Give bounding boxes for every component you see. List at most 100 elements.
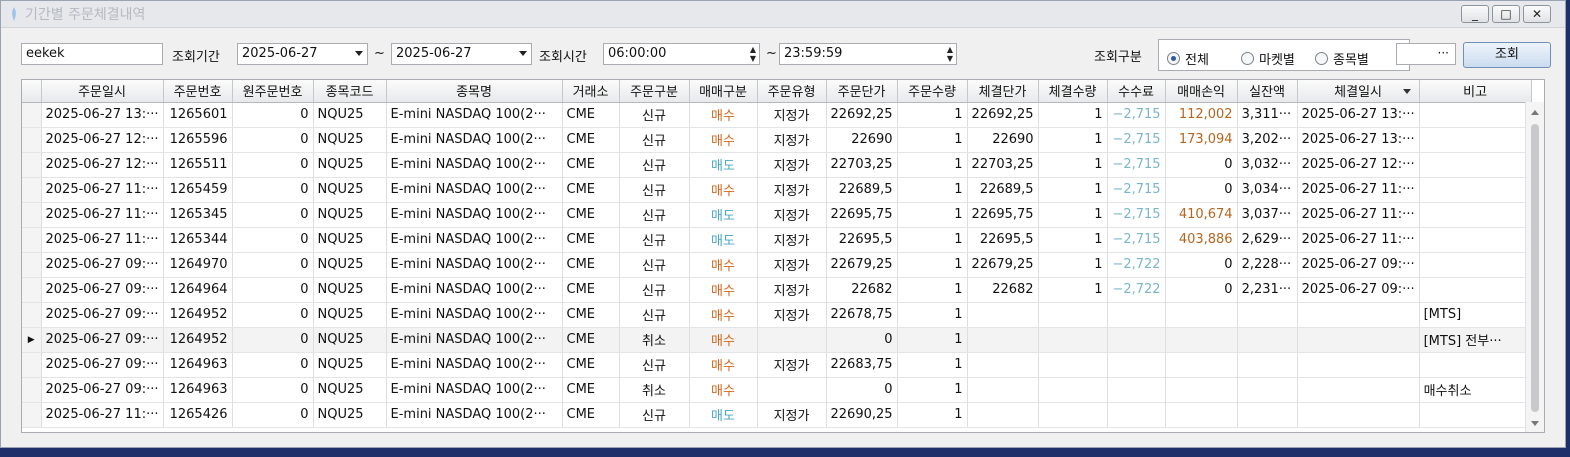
row-indicator[interactable]: [22, 377, 42, 403]
cell-order-qty[interactable]: 1: [897, 327, 968, 353]
cell-order-qty[interactable]: 1: [897, 277, 968, 303]
cell-name[interactable]: E-mini NASDAQ 100(2···: [386, 152, 563, 178]
spin-updown-icon[interactable]: ▲ ▼: [947, 45, 953, 63]
cell-code[interactable]: NQU25: [313, 377, 387, 403]
cell-fill-price[interactable]: 22690: [967, 127, 1039, 153]
cell-note[interactable]: [MTS]: [1419, 302, 1532, 328]
cell-exch[interactable]: CME: [562, 277, 620, 303]
cell-order-qty[interactable]: 1: [897, 127, 968, 153]
cell-order-time[interactable]: 2025-06-27 11:···: [41, 402, 164, 428]
cell-order-type[interactable]: 신규: [619, 302, 690, 328]
column-header[interactable]: 주문단가: [826, 80, 898, 103]
cell-code[interactable]: NQU25: [313, 177, 387, 203]
cell-balance[interactable]: 3,034···: [1237, 177, 1298, 203]
cell-pnl[interactable]: [1165, 302, 1238, 328]
cell-orig-no[interactable]: 0: [232, 177, 314, 203]
cell-price-type[interactable]: 지정가: [757, 177, 827, 203]
row-indicator[interactable]: [22, 102, 42, 128]
cell-note[interactable]: [1419, 177, 1532, 203]
row-indicator[interactable]: [22, 127, 42, 153]
cell-order-price[interactable]: 22689,5: [826, 177, 898, 203]
column-header[interactable]: 체결일시: [1297, 80, 1420, 103]
cell-name[interactable]: E-mini NASDAQ 100(2···: [386, 102, 563, 128]
cell-exch[interactable]: CME: [562, 177, 620, 203]
cell-orig-no[interactable]: 0: [232, 102, 314, 128]
cell-fee[interactable]: −2,715: [1107, 202, 1166, 228]
row-indicator[interactable]: [22, 402, 42, 428]
cell-note[interactable]: [1419, 102, 1532, 128]
cell-name[interactable]: E-mini NASDAQ 100(2···: [386, 402, 563, 428]
table-row[interactable]: 2025-06-27 12:··· 1265596 0 NQU25 E-mini NAS…: [22, 127, 1532, 153]
cell-fill-qty[interactable]: 1: [1038, 127, 1108, 153]
account-input[interactable]: eekek: [21, 43, 163, 65]
cell-fee[interactable]: −2,715: [1107, 152, 1166, 178]
cell-order-price[interactable]: 22682: [826, 277, 898, 303]
cell-order-time[interactable]: 2025-06-27 12:···: [41, 127, 164, 153]
table-row[interactable]: 2025-06-27 09:··· 1264952 0 NQU25 E-mini NAS…: [22, 302, 1532, 328]
cell-fill-price[interactable]: 22692,25: [967, 102, 1039, 128]
column-header[interactable]: 비고: [1419, 80, 1532, 103]
cell-order-no[interactable]: 1265601: [163, 102, 233, 128]
column-header[interactable]: 원주문번호: [232, 80, 314, 103]
cell-order-no[interactable]: 1264952: [163, 302, 233, 328]
cell-exch[interactable]: CME: [562, 252, 620, 278]
current-row-indicator-icon[interactable]: ▶: [22, 327, 42, 353]
column-header[interactable]: 주문일시: [41, 80, 164, 103]
cell-balance[interactable]: 3,311···: [1237, 102, 1298, 128]
row-indicator[interactable]: [22, 227, 42, 253]
cell-code[interactable]: NQU25: [313, 202, 387, 228]
cell-code[interactable]: NQU25: [313, 402, 387, 428]
cell-order-no[interactable]: 1264964: [163, 277, 233, 303]
cell-pnl[interactable]: 173,094: [1165, 127, 1238, 153]
cell-balance[interactable]: [1237, 402, 1298, 428]
cell-fill-qty[interactable]: 1: [1038, 252, 1108, 278]
cell-fill-price[interactable]: [967, 327, 1039, 353]
cell-code[interactable]: NQU25: [313, 352, 387, 378]
cell-fill-price[interactable]: 22689,5: [967, 177, 1039, 203]
cell-order-no[interactable]: 1264970: [163, 252, 233, 278]
cell-code[interactable]: NQU25: [313, 252, 387, 278]
cell-fill-qty[interactable]: [1038, 402, 1108, 428]
cell-order-time[interactable]: 2025-06-27 09:···: [41, 277, 164, 303]
row-indicator[interactable]: [22, 152, 42, 178]
cell-order-price[interactable]: 0: [826, 327, 898, 353]
table-row[interactable]: 2025-06-27 09:··· 1264964 0 NQU25 E-mini NAS…: [22, 277, 1532, 303]
cell-side[interactable]: 매수: [689, 177, 758, 203]
radio-market[interactable]: 마켓별: [1241, 49, 1295, 68]
cell-order-type[interactable]: 신규: [619, 202, 690, 228]
table-row[interactable]: 2025-06-27 11:··· 1265459 0 NQU25 E-mini NAS…: [22, 177, 1532, 203]
cell-orig-no[interactable]: 0: [232, 302, 314, 328]
vertical-scrollbar[interactable]: [1525, 102, 1544, 432]
cell-fill-price[interactable]: [967, 377, 1039, 403]
row-indicator[interactable]: [22, 302, 42, 328]
cell-order-no[interactable]: 1265459: [163, 177, 233, 203]
column-header[interactable]: 종목코드: [313, 80, 387, 103]
cell-exch[interactable]: CME: [562, 302, 620, 328]
cell-exch[interactable]: CME: [562, 202, 620, 228]
cell-order-time[interactable]: 2025-06-27 09:···: [41, 302, 164, 328]
cell-code[interactable]: NQU25: [313, 327, 387, 353]
cell-side[interactable]: 매수: [689, 352, 758, 378]
table-row[interactable]: 2025-06-27 09:··· 1264970 0 NQU25 E-mini NAS…: [22, 252, 1532, 278]
cell-price-type[interactable]: 지정가: [757, 227, 827, 253]
cell-order-time[interactable]: 2025-06-27 11:···: [41, 227, 164, 253]
cell-pnl[interactable]: [1165, 377, 1238, 403]
cell-order-type[interactable]: 신규: [619, 252, 690, 278]
maximize-button[interactable]: □: [1492, 5, 1520, 23]
cell-code[interactable]: NQU25: [313, 277, 387, 303]
cell-exch[interactable]: CME: [562, 127, 620, 153]
cell-fill-price[interactable]: 22679,25: [967, 252, 1039, 278]
cell-fill-price[interactable]: [967, 402, 1039, 428]
cell-fill-qty[interactable]: 1: [1038, 102, 1108, 128]
cell-order-no[interactable]: 1264963: [163, 352, 233, 378]
cell-order-time[interactable]: 2025-06-27 09:···: [41, 377, 164, 403]
cell-side[interactable]: 매도: [689, 402, 758, 428]
date-from-combo[interactable]: 2025-06-27: [237, 43, 368, 65]
cell-name[interactable]: E-mini NASDAQ 100(2···: [386, 227, 563, 253]
cell-note[interactable]: [MTS] 전부···: [1419, 327, 1532, 353]
column-header[interactable]: 수수료: [1107, 80, 1166, 103]
cell-fill-qty[interactable]: 1: [1038, 152, 1108, 178]
cell-fill-time[interactable]: 2025-06-27 09:···: [1297, 277, 1420, 303]
cell-side[interactable]: 매수: [689, 277, 758, 303]
cell-fee[interactable]: [1107, 352, 1166, 378]
